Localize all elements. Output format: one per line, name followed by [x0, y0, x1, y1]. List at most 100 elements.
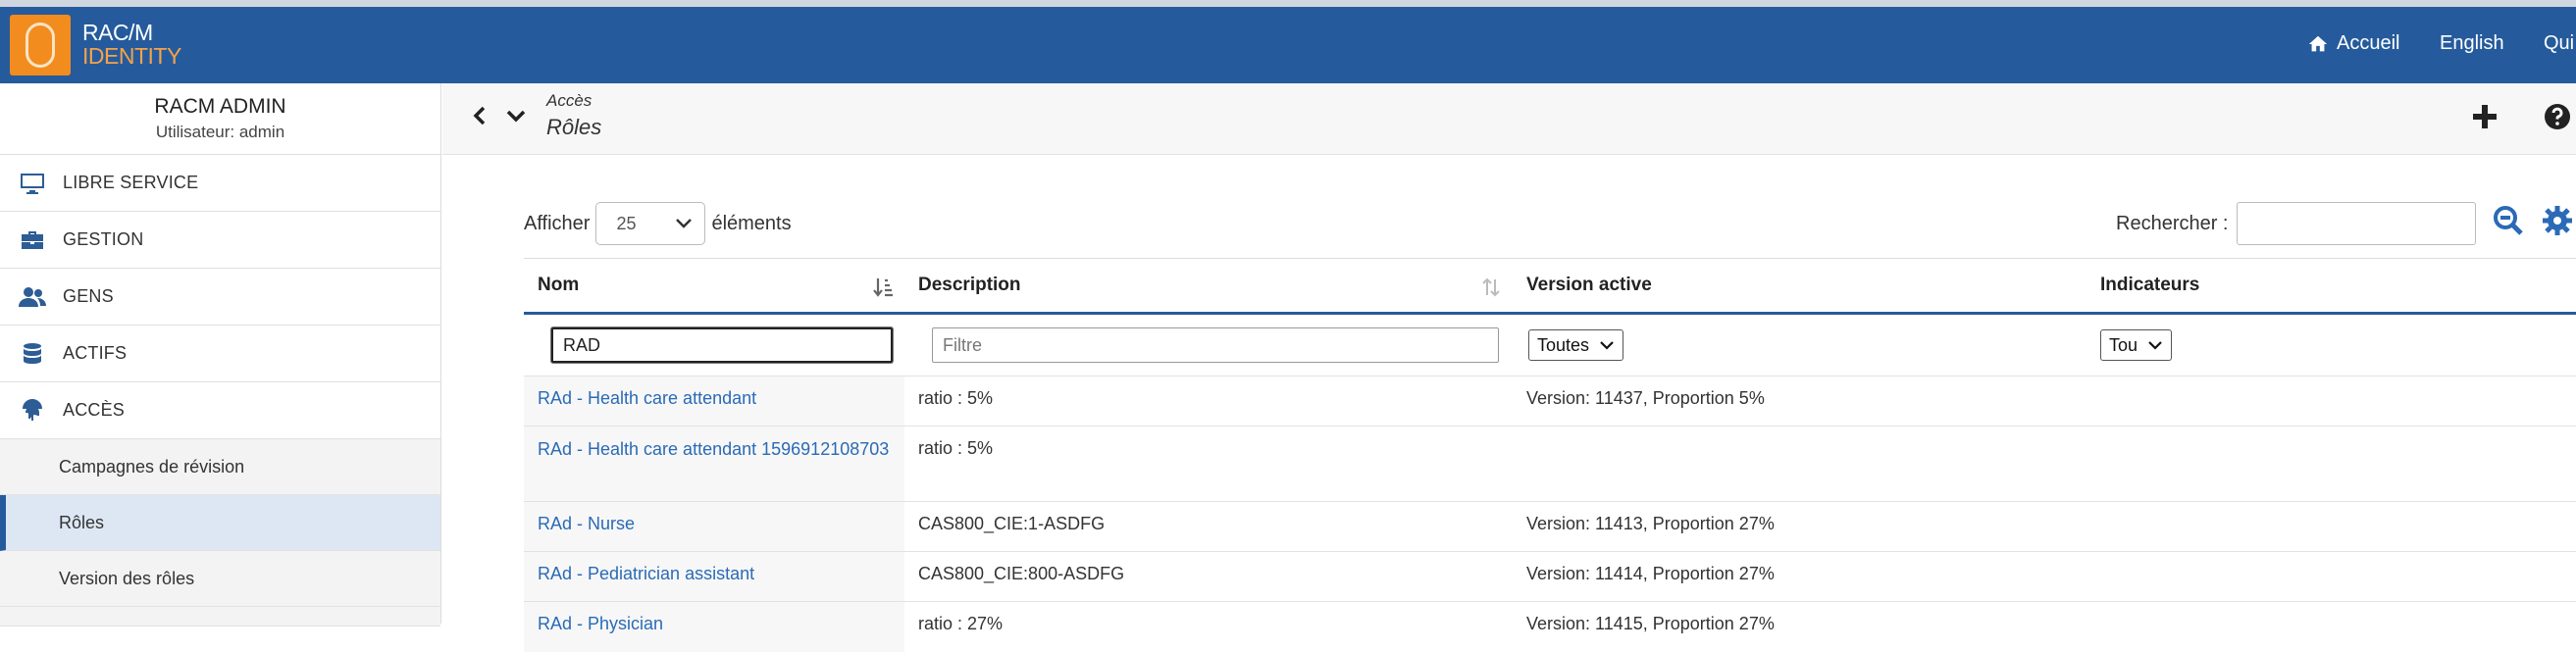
column-header-description[interactable]: Description [904, 258, 1513, 315]
role-name-link[interactable]: RAd - Nurse [538, 514, 635, 533]
sidebar-subitem-campagnes[interactable]: Campagnes de révision [0, 439, 440, 495]
name-filter-input[interactable]: RAD [551, 327, 893, 363]
breadcrumb[interactable]: Accès [546, 91, 592, 111]
gear-icon[interactable] [2541, 204, 2574, 237]
home-link[interactable]: Accueil [2307, 32, 2399, 55]
description-cell: ratio : 5% [904, 426, 1513, 502]
page-size-select[interactable]: 25 [595, 202, 706, 245]
indicator-cell [2087, 376, 2576, 426]
chevron-left-icon[interactable] [470, 105, 491, 126]
show-label: Afficher [524, 212, 591, 234]
table-row[interactable]: RAd - Pediatrician assistant CAS800_CIE:… [524, 551, 2576, 602]
version-filter-value: Toutes [1537, 334, 1590, 355]
role-name-link[interactable]: RAd - Physician [538, 614, 663, 633]
help-icon[interactable] [2544, 103, 2571, 130]
page-header: Accès Rôles [442, 83, 2576, 155]
sidebar-subitem-partial [0, 607, 440, 627]
column-header-nom[interactable]: Nom [524, 258, 904, 315]
sidebar-subitem-version-roles[interactable]: Version des rôles [0, 551, 440, 607]
page-size-control: Afficher 25 éléments [524, 202, 792, 245]
logo-icon[interactable] [10, 15, 71, 75]
sidebar: RACM ADMIN Utilisateur: admin LIBRE SERV… [0, 83, 441, 627]
sort-icon [1482, 277, 1500, 297]
sidebar-subitem-roles[interactable]: Rôles [0, 495, 440, 551]
search-label: Rechercher : [2116, 212, 2229, 234]
users-icon [18, 285, 47, 309]
name-filter-cell: RAD [524, 314, 904, 376]
version-cell [1513, 426, 2087, 502]
user-subtitle: Utilisateur: admin [155, 123, 285, 141]
indicator-filter-value: Tou [2109, 334, 2138, 355]
brand-line-1: RAC/M [82, 20, 153, 45]
column-label: Indicateurs [2100, 275, 2200, 295]
home-label: Accueil [2337, 32, 2400, 54]
description-filter-input[interactable]: Filtre [932, 327, 1499, 363]
role-name-cell[interactable]: RAd - Health care attendant [524, 376, 904, 426]
search-input[interactable] [2236, 202, 2476, 245]
brand-name: RAC/M IDENTITY [82, 21, 181, 68]
table-header-row: Nom Description Version active Indicateu… [524, 258, 2576, 315]
role-name-cell[interactable]: RAd - Health care attendant 159691210870… [524, 426, 904, 502]
chevron-down-icon[interactable] [505, 105, 527, 126]
elements-label: éléments [711, 212, 792, 234]
table-row[interactable]: RAd - Health care attendant 159691210870… [524, 426, 2576, 502]
indicator-cell [2087, 551, 2576, 602]
role-name-link[interactable]: RAd - Pediatrician assistant [538, 564, 754, 583]
role-name-link[interactable]: RAd - Health care attendant [538, 388, 756, 408]
sidebar-item-acces[interactable]: ACCÈS [0, 382, 440, 439]
chevron-down-icon [676, 219, 693, 228]
description-cell: CAS800_CIE:1-ASDFG [904, 501, 1513, 552]
sidebar-item-gestion[interactable]: GESTION [0, 212, 440, 269]
chevron-down-icon [2148, 341, 2162, 350]
monitor-icon [18, 172, 47, 195]
column-header-version-active: Version active [1513, 258, 2087, 315]
brand-line-2: IDENTITY [82, 43, 181, 69]
description-cell: ratio : 5% [904, 376, 1513, 426]
version-cell: Version: 11415, Proportion 27% [1513, 601, 2087, 652]
chevron-down-icon [1600, 341, 1614, 350]
sidebar-item-actifs[interactable]: ACTIFS [0, 326, 440, 382]
page-title: Rôles [546, 115, 602, 139]
sort-ascending-icon [873, 278, 893, 297]
sidebar-item-label: GESTION [63, 229, 144, 249]
user-name: RACM ADMIN [154, 95, 286, 118]
column-label: Nom [538, 275, 580, 295]
indicator-filter-cell: Tou [2087, 314, 2576, 376]
role-name-link[interactable]: RAd - Health care attendant 159691210870… [538, 439, 889, 459]
table-row[interactable]: RAd - Health care attendant ratio : 5% V… [524, 376, 2576, 426]
user-panel: RACM ADMIN Utilisateur: admin [0, 83, 440, 155]
indicator-filter-select[interactable]: Tou [2100, 329, 2173, 361]
add-icon[interactable] [2471, 103, 2499, 130]
role-name-cell[interactable]: RAd - Nurse [524, 501, 904, 552]
search-control: Rechercher : [2116, 202, 2476, 245]
sidebar-item-label: LIBRE SERVICE [63, 173, 199, 192]
sidebar-item-label: GENS [63, 286, 114, 306]
sidebar-item-libre-service[interactable]: LIBRE SERVICE [0, 155, 440, 212]
description-cell: ratio : 27% [904, 601, 1513, 652]
description-filter-cell: Filtre [904, 314, 1513, 376]
role-name-cell[interactable]: RAd - Physician [524, 601, 904, 652]
version-cell: Version: 11437, Proportion 5% [1513, 376, 2087, 426]
fingerprint-icon [18, 398, 47, 423]
quit-link[interactable]: Qui [2544, 32, 2574, 55]
column-label: Description [918, 275, 1021, 295]
language-link[interactable]: English [2440, 32, 2504, 55]
version-cell: Version: 11414, Proportion 27% [1513, 551, 2087, 602]
table-row[interactable]: RAd - Physician ratio : 27% Version: 114… [524, 601, 2576, 652]
version-filter-cell: Toutes [1513, 314, 2087, 376]
column-header-indicateurs: Indicateurs [2087, 258, 2576, 315]
sidebar-item-gens[interactable]: GENS [0, 269, 440, 326]
version-filter-select[interactable]: Toutes [1528, 329, 1624, 361]
indicator-cell [2087, 601, 2576, 652]
indicator-cell [2087, 426, 2576, 502]
column-label: Version active [1526, 275, 1652, 295]
database-icon [18, 342, 47, 366]
table-row[interactable]: RAd - Nurse CAS800_CIE:1-ASDFG Version: … [524, 501, 2576, 552]
roles-table: Nom Description Version active Indicateu… [524, 258, 2576, 652]
zoom-out-icon[interactable] [2492, 204, 2525, 237]
page-size-value: 25 [616, 213, 637, 233]
filter-row: RAD Filtre Toutes Tou [524, 314, 2576, 376]
home-icon [2308, 35, 2328, 51]
role-name-cell[interactable]: RAd - Pediatrician assistant [524, 551, 904, 602]
sidebar-item-label: ACCÈS [63, 400, 126, 420]
